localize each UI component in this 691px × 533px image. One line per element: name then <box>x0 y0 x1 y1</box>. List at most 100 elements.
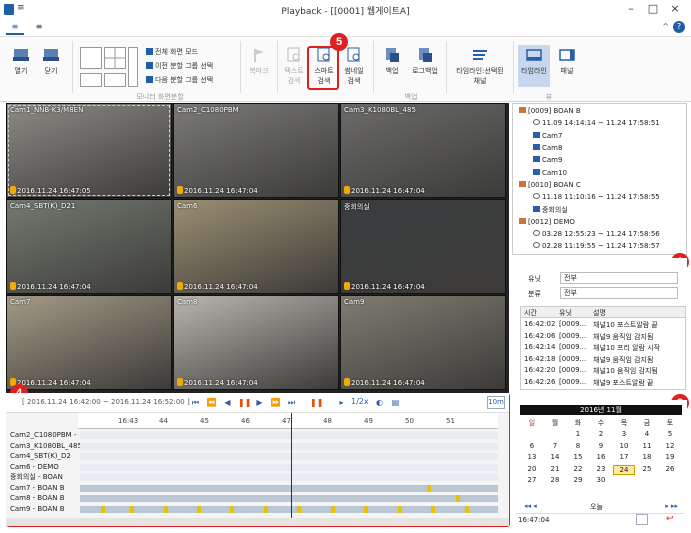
tree-camera[interactable]: Cam9 <box>533 156 562 164</box>
event-mark[interactable] <box>130 505 135 513</box>
calendar-prev-button[interactable]: ◂◂ ◂ <box>524 502 537 510</box>
calendar-day[interactable]: 13 <box>521 453 543 461</box>
timeline-row[interactable]: Cam6 - DEMO <box>6 463 509 472</box>
tab-home[interactable]: ≡ <box>6 22 24 35</box>
camera-tile[interactable]: Cam2_C1080PBM 2016.11.24 16:47:04 <box>173 103 339 198</box>
layout-4x4-button[interactable] <box>104 73 126 87</box>
calendar-day[interactable]: 8 <box>567 442 589 450</box>
column-unit[interactable]: 유닛 <box>559 308 572 318</box>
event-mark[interactable] <box>230 505 235 513</box>
event-mark[interactable] <box>163 505 168 513</box>
calendar-day[interactable]: 1 <box>567 430 589 438</box>
calendar-day[interactable]: 7 <box>544 442 566 450</box>
sync-pause-button[interactable]: ❚❚ <box>310 397 323 408</box>
prev-group-button[interactable]: 이전 분할 그룹 선택 <box>146 61 213 71</box>
play-button[interactable]: ▶ <box>254 397 265 408</box>
calendar-month[interactable]: 2016년 11월 <box>520 405 682 415</box>
log-backup-button[interactable]: 로그백업 <box>408 47 442 76</box>
calendar-day[interactable]: 2 <box>590 430 612 438</box>
camera-tile[interactable]: Cam3_K1080BL_485 2016.11.24 16:47:04 <box>340 103 506 198</box>
recording-bar[interactable] <box>80 495 498 502</box>
fullscreen-button[interactable]: 전체 화면 모드 <box>146 47 198 57</box>
calendar-day[interactable]: 25 <box>636 465 658 473</box>
calendar-day[interactable]: 30 <box>590 476 612 484</box>
calendar-day[interactable]: 21 <box>544 465 566 473</box>
camera-tile[interactable]: Cam6 2016.11.24 16:47:04 <box>173 199 339 294</box>
calendar-day[interactable]: 26 <box>659 465 681 473</box>
tree-record-range[interactable]: 11.18 11:10:16 ~ 11.24 17:58:55 <box>533 193 660 201</box>
tree-record-range[interactable]: 11.09 14:14:14 ~ 11.24 17:58:51 <box>533 119 660 127</box>
event-row[interactable]: 16:42:20 [0009... 채널10 움직임 감지됨 <box>521 365 685 375</box>
event-mark[interactable] <box>197 505 202 513</box>
camera-tile[interactable]: Cam4_SBT(K)_D21 2016.11.24 16:47:04 <box>6 199 172 294</box>
open-button[interactable]: 열기 <box>8 47 34 76</box>
snapshot-button[interactable]: ▤ <box>390 397 401 408</box>
timeline-row[interactable]: Cam9 - BOAN B <box>6 505 509 514</box>
timeline-row[interactable]: Cam2_C1080PBM - <box>6 431 509 440</box>
maximize-button[interactable]: □ <box>644 2 662 15</box>
camera-tile[interactable]: Cam1_NNB-K3/M8EN 2016.11.24 16:47:05 <box>6 103 172 198</box>
timeline-row[interactable]: 중회의실 - BOAN <box>6 473 509 482</box>
time-ruler[interactable]: 16:43 44 45 46 47 48 49 50 51 <box>78 413 498 429</box>
calendar-day[interactable]: 3 <box>613 430 635 438</box>
calendar-next-button[interactable]: ▸ ▸▸ <box>665 502 678 510</box>
timeline-channel-button[interactable]: 타임라인:선택된 채널 <box>450 47 510 86</box>
event-mark[interactable] <box>431 505 436 513</box>
rewind-button[interactable]: ⏪ <box>206 397 217 408</box>
calendar-day[interactable]: 17 <box>613 453 635 461</box>
playhead[interactable] <box>291 413 292 518</box>
bookmark-button[interactable]: 북마크 <box>246 47 272 76</box>
calendar-day[interactable]: 6 <box>521 442 543 450</box>
backup-button[interactable]: 백업 <box>380 47 404 76</box>
layout-more-button[interactable] <box>128 47 138 87</box>
layout-3x3-button[interactable] <box>80 73 102 87</box>
tree-site[interactable]: [0010] BOAN C <box>519 180 581 189</box>
tree-camera[interactable]: Cam8 <box>533 143 562 152</box>
layout-1x1-button[interactable] <box>80 47 102 69</box>
calendar-day[interactable]: 18 <box>636 453 658 461</box>
recording-bar[interactable] <box>80 453 498 460</box>
step-back-button[interactable]: ◀ <box>222 397 233 408</box>
event-mark[interactable] <box>426 484 431 492</box>
event-mark[interactable] <box>397 505 402 513</box>
calendar-day[interactable]: 4 <box>636 430 658 438</box>
pause-button[interactable]: ❚❚ <box>238 397 251 408</box>
tree-site[interactable]: [0009] BOAN B <box>519 107 581 115</box>
help-icon[interactable]: ? <box>673 21 685 33</box>
calendar-day[interactable]: 16 <box>590 453 612 461</box>
column-description[interactable]: 설명 <box>593 308 606 318</box>
panel-view-button[interactable]: 패널 <box>554 47 580 76</box>
event-mark[interactable] <box>330 505 335 513</box>
calendar-day[interactable]: 12 <box>659 442 681 450</box>
camera-tile[interactable]: Cam7 2016.11.24 16:47:04 <box>6 295 172 390</box>
next-group-button[interactable]: 다음 분할 그룹 선택 <box>146 75 213 85</box>
timeline-row[interactable]: Cam3_K1080BL_485 <box>6 442 509 451</box>
calendar-day[interactable]: 28 <box>544 476 566 484</box>
recording-bar[interactable] <box>80 505 498 513</box>
recording-bar[interactable] <box>80 432 498 439</box>
event-mark[interactable] <box>100 505 105 513</box>
event-row[interactable]: 16:42:14 [0009... 채널10 프리 알람 시작 <box>521 342 685 352</box>
tab-options[interactable]: ≡ <box>30 22 48 35</box>
class-filter-select[interactable]: 전부 <box>560 287 678 299</box>
event-row[interactable]: 16:42:18 [0009... 채널9 움직임 감지됨 <box>521 354 685 364</box>
calendar-day[interactable]: 29 <box>567 476 589 484</box>
tree-site[interactable]: [0012] DEMO <box>519 217 575 226</box>
timeline-scrollbar[interactable] <box>6 518 509 526</box>
timeline-row[interactable]: Cam7 - BOAN B <box>6 484 509 493</box>
event-row[interactable]: 16:42:06 [0009... 채널9 움직임 감지됨 <box>521 331 685 341</box>
time-input[interactable]: 16:47:04 <box>518 516 549 524</box>
time-spinner[interactable] <box>636 514 648 525</box>
zoom-level[interactable]: 10m <box>487 396 505 409</box>
calendar-day[interactable]: 23 <box>590 465 612 473</box>
tree-camera[interactable]: Cam7 <box>533 131 562 140</box>
calendar-day[interactable]: 9 <box>590 442 612 450</box>
recording-bar[interactable] <box>80 474 498 481</box>
minimize-button[interactable]: – <box>622 2 640 15</box>
event-mark[interactable] <box>456 495 461 502</box>
close-file-button[interactable]: 닫기 <box>38 47 64 76</box>
tree-camera[interactable]: Cam10 <box>533 168 567 177</box>
speed-label[interactable]: 1/2x <box>351 397 369 406</box>
event-row[interactable]: 16:42:02 [0009... 채널10 포스트알람 끝 <box>521 319 685 329</box>
last-frame-button[interactable]: ⏭ <box>286 397 297 408</box>
